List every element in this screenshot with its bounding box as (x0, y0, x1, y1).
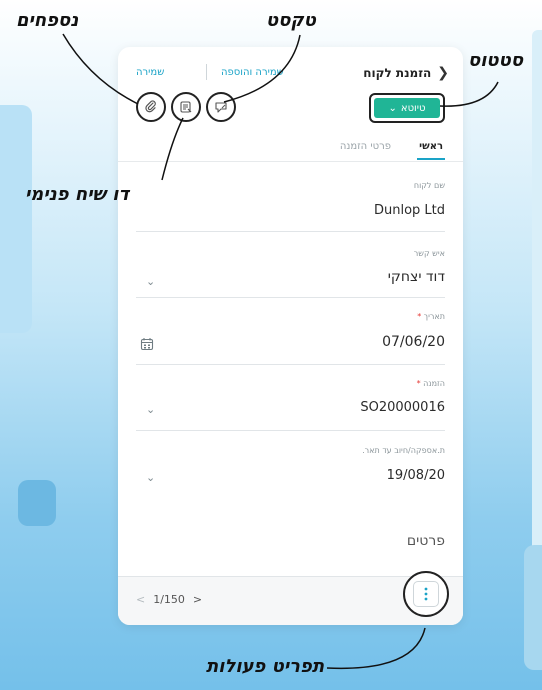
field-value: דוד יצחקי (387, 269, 445, 285)
date-field[interactable]: תאריך * 07/06/20 (136, 312, 445, 365)
background-panel (532, 30, 542, 570)
field-label: תאריך * (417, 312, 445, 321)
tab-main[interactable]: ראשי (417, 141, 445, 160)
background-panel (0, 105, 32, 333)
pager: < 1/150 > (136, 593, 202, 606)
items-section[interactable]: פרטים (136, 529, 445, 569)
note-icon[interactable] (171, 92, 201, 122)
order-form-screen: ❮ הזמנת לקוח שמירה והוספה שמירה טיוטא ⌄ … (118, 47, 463, 625)
status-label: טיוטא (400, 102, 426, 114)
header-title-group[interactable]: ❮ הזמנת לקוח (363, 65, 449, 81)
field-value: 19/08/20 (386, 468, 445, 483)
pager-text: 1/150 (153, 593, 185, 606)
field-value: 07/06/20 (382, 334, 445, 350)
page-title: הזמנת לקוח (363, 66, 432, 80)
kebab-menu-icon (424, 587, 428, 601)
calendar-icon[interactable] (140, 336, 154, 355)
field-divider (136, 297, 445, 298)
header-divider (206, 64, 207, 80)
field-label-text: הזמנה (423, 379, 445, 388)
callout-text: טקסט (266, 10, 316, 31)
field-value: Dunlop Ltd (373, 203, 445, 218)
footer-bar: < 1/150 > (118, 571, 463, 625)
field-label: איש קשר (413, 249, 445, 258)
chat-icon[interactable] (206, 92, 236, 122)
required-mark: * (417, 312, 422, 321)
section-title: פרטים (406, 533, 445, 549)
callout-attachments: נספחים (16, 10, 79, 31)
field-value: SO20000016 (360, 400, 445, 415)
pager-prev-button[interactable]: < (136, 593, 145, 606)
chevron-down-icon[interactable]: ⌄ (146, 403, 155, 416)
background-panel (524, 545, 542, 670)
chevron-down-icon[interactable]: ⌄ (146, 471, 155, 484)
actions-menu-highlight (403, 571, 449, 617)
chevron-down-icon[interactable]: ⌄ (146, 275, 155, 288)
callout-internal-memo: דו שיח פנימי (25, 184, 130, 205)
save-and-add-button[interactable]: שמירה והוספה (221, 67, 284, 78)
status-dropdown-frame: טיוטא ⌄ (369, 93, 445, 123)
order-field[interactable]: הזמנה * SO20000016 ⌄ (136, 379, 445, 431)
field-divider (136, 231, 445, 232)
pager-next-button[interactable]: > (193, 593, 202, 606)
field-divider (136, 364, 445, 365)
field-divider (136, 430, 445, 431)
status-dropdown[interactable]: טיוטא ⌄ (374, 98, 440, 118)
paperclip-icon[interactable] (136, 92, 166, 122)
supply-date-field[interactable]: ת.אספקה/חיוב עד תאר. 19/08/20 ⌄ (136, 446, 445, 496)
required-mark: * (416, 379, 421, 388)
field-label: הזמנה * (417, 379, 445, 388)
customer-name-field[interactable]: שם לקוח Dunlop Ltd (136, 181, 445, 232)
save-button[interactable]: שמירה (136, 67, 164, 78)
background-panel (18, 480, 56, 526)
field-label-text: תאריך (423, 312, 445, 321)
field-label: ת.אספקה/חיוב עד תאר. (362, 446, 445, 455)
tab-bar: ראשי פרטי הזמנה (118, 135, 463, 162)
callout-actions-menu: תפריט פעולות (206, 656, 325, 677)
actions-menu-button[interactable] (413, 581, 439, 607)
callout-status: סטטוס (468, 50, 524, 71)
contact-field[interactable]: איש קשר דוד יצחקי ⌄ (136, 249, 445, 299)
chevron-down-icon: ⌄ (388, 102, 397, 114)
tab-order-details[interactable]: פרטי הזמנה (340, 141, 391, 152)
field-label: שם לקוח (413, 181, 445, 190)
chevron-left-icon[interactable]: ❮ (437, 65, 449, 81)
